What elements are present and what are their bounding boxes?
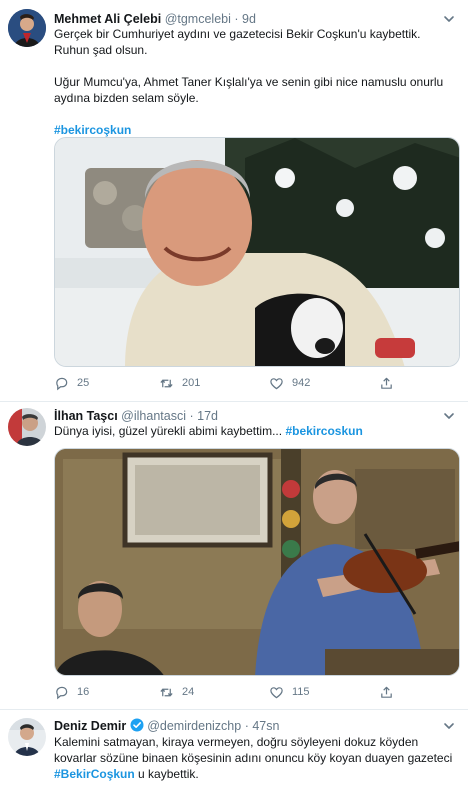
tweet-paragraph: Kalemini satmayan, kiraya vermeyen, doğr… (54, 735, 453, 765)
retweet-count: 201 (182, 377, 201, 389)
user-handle[interactable]: @tgmcelebi (165, 12, 231, 26)
avatar[interactable] (8, 9, 46, 47)
timestamp[interactable]: 47sn (252, 719, 279, 733)
separator-dot: · (189, 409, 194, 423)
like-button[interactable]: 942 (269, 375, 310, 391)
tweet-text: Gerçek bir Cumhuriyet aydını ve gazeteci… (54, 26, 456, 138)
retweet-button[interactable]: 24 (159, 684, 194, 700)
like-icon (270, 377, 283, 389)
tweet-header: Mehmet Ali Çelebi @tgmcelebi · 9d (54, 11, 438, 27)
tweet[interactable]: İlhan Taşcı @ilhantasci · 17d Dünya iyis… (0, 402, 468, 710)
tweet-paragraph: Dünya iyisi, güzel yürekli abimi kaybett… (54, 424, 283, 438)
avatar-image (8, 718, 46, 756)
tweet-text: Dünya iyisi, güzel yürekli abimi kaybett… (54, 423, 456, 439)
like-icon (270, 686, 283, 698)
display-name[interactable]: Deniz Demir (54, 719, 126, 733)
user-handle[interactable]: @demirdenizchp (147, 719, 241, 733)
retweet-button[interactable]: 201 (159, 375, 200, 391)
share-icon (381, 377, 392, 389)
hashtag-link[interactable]: #bekircoşkun (54, 122, 456, 138)
share-button[interactable] (379, 375, 394, 391)
tweet-header: Deniz Demir @demirdenizchp · 47sn (54, 718, 438, 734)
chevron-down-icon[interactable] (442, 719, 456, 733)
retweet-count: 24 (182, 686, 195, 698)
reply-count: 25 (77, 377, 90, 389)
like-count: 115 (292, 686, 310, 698)
tweet-photo[interactable] (54, 448, 460, 676)
tweet[interactable]: Mehmet Ali Çelebi @tgmcelebi · 9d Gerçek… (0, 0, 468, 402)
avatar[interactable] (8, 408, 46, 446)
separator-dot: · (234, 12, 239, 26)
share-icon (381, 686, 392, 698)
photo-image (55, 138, 459, 366)
share-button[interactable] (379, 684, 394, 700)
hashtag-link[interactable]: #BekirCoşkun (54, 767, 135, 781)
tweet-paragraph: u kaybettik. (138, 767, 199, 781)
display-name[interactable]: İlhan Taşcı (54, 409, 118, 423)
like-count: 942 (292, 377, 311, 389)
tweet[interactable]: Deniz Demir @demirdenizchp · 47sn Kalemi… (0, 710, 468, 785)
reply-count: 16 (77, 686, 90, 698)
reply-icon (56, 377, 68, 390)
avatar-image (8, 408, 46, 446)
display-name[interactable]: Mehmet Ali Çelebi (54, 12, 161, 26)
tweet-actions: 16 24 115 (54, 684, 404, 700)
timestamp[interactable]: 9d (242, 12, 256, 26)
avatar-image (8, 9, 46, 47)
tweet-photo[interactable] (54, 137, 460, 367)
reply-button[interactable]: 16 (54, 684, 89, 700)
retweet-icon (160, 688, 173, 696)
tweet-paragraph: Gerçek bir Cumhuriyet aydını ve gazeteci… (54, 27, 421, 57)
verified-badge-icon (130, 718, 144, 732)
photo-image (55, 449, 459, 675)
chevron-down-icon[interactable] (442, 409, 456, 423)
timestamp[interactable]: 17d (197, 409, 218, 423)
hashtag-link[interactable]: #bekircoskun (285, 424, 362, 438)
reply-icon (56, 686, 68, 699)
tweet-header: İlhan Taşcı @ilhantasci · 17d (54, 408, 438, 424)
reply-button[interactable]: 25 (54, 375, 89, 391)
tweet-actions: 25 201 942 (54, 375, 404, 391)
chevron-down-icon[interactable] (442, 12, 456, 26)
tweet-text: Kalemini satmayan, kiraya vermeyen, doğr… (54, 734, 458, 782)
separator-dot: · (244, 719, 249, 733)
user-handle[interactable]: @ilhantasci (121, 409, 186, 423)
tweet-paragraph: Uğur Mumcu'ya, Ahmet Taner Kışlalı'ya ve… (54, 75, 444, 105)
like-button[interactable]: 115 (269, 684, 310, 700)
avatar[interactable] (8, 718, 46, 756)
retweet-icon (160, 379, 173, 387)
